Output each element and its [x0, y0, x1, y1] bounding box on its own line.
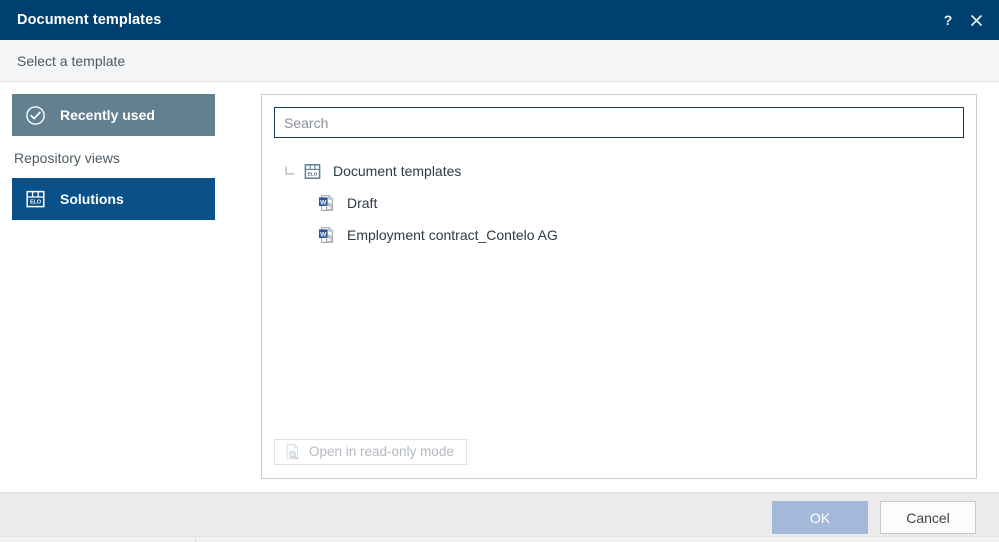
help-icon[interactable]: ? [935, 5, 961, 35]
template-picker-panel: ELO Document templates W [261, 94, 977, 479]
tree-row-label: Employment contract_Contelo AG [347, 227, 558, 243]
search-input[interactable] [274, 107, 964, 138]
document-templates-dialog: Document templates ? Select a template R… [0, 0, 999, 542]
dialog-titlebar: Document templates ? [0, 0, 999, 40]
svg-text:ELO: ELO [307, 171, 317, 177]
sidebar-item-recently-used[interactable]: Recently used [12, 94, 215, 136]
tree-row-label: Draft [347, 195, 378, 211]
open-read-only-label: Open in read-only mode [309, 444, 454, 459]
cancel-button[interactable]: Cancel [880, 501, 976, 534]
word-document-icon: W [317, 194, 335, 212]
tree-row[interactable]: ELO Document templates [272, 155, 966, 187]
sidebar-item-solutions[interactable]: ELO Solutions [12, 178, 215, 220]
template-tree: ELO Document templates W Draft W Employm… [272, 138, 966, 439]
close-icon[interactable] [963, 5, 989, 35]
sidebar-section-label: Repository views [14, 150, 120, 166]
elo-archive-icon: ELO [24, 188, 46, 210]
tree-row[interactable]: W Employment contract_Contelo AG [272, 219, 966, 251]
sidebar: Recently used Repository views ELO Solut… [0, 82, 245, 492]
svg-text:ELO: ELO [29, 200, 40, 206]
svg-text:W: W [320, 231, 327, 238]
svg-text:W: W [320, 199, 327, 206]
ok-button[interactable]: OK [772, 501, 868, 534]
titlebar-actions: ? [935, 5, 989, 35]
dialog-footer: OK Cancel [0, 492, 999, 542]
subheader-text: Select a template [17, 52, 126, 69]
sidebar-item-label: Solutions [60, 191, 124, 207]
panel-footer: Open in read-only mode [272, 438, 966, 479]
word-document-icon: W [317, 226, 335, 244]
collapse-corner-icon[interactable] [282, 163, 298, 179]
sidebar-item-label: Recently used [60, 107, 155, 123]
bottom-strip-divider [195, 538, 196, 542]
dialog-title: Document templates [17, 12, 162, 28]
main-content: ELO Document templates W [245, 82, 999, 492]
elo-archive-icon: ELO [303, 162, 321, 180]
tree-row-label: Document templates [333, 163, 462, 179]
open-read-only-button[interactable]: Open in read-only mode [274, 438, 467, 465]
search-area [272, 105, 966, 138]
tree-row[interactable]: W Draft [272, 187, 966, 219]
dialog-subheader: Select a template [0, 40, 999, 82]
document-preview-icon [283, 443, 301, 461]
bottom-strip [0, 536, 999, 542]
check-circle-icon [24, 104, 46, 126]
dialog-body: Recently used Repository views ELO Solut… [0, 82, 999, 492]
